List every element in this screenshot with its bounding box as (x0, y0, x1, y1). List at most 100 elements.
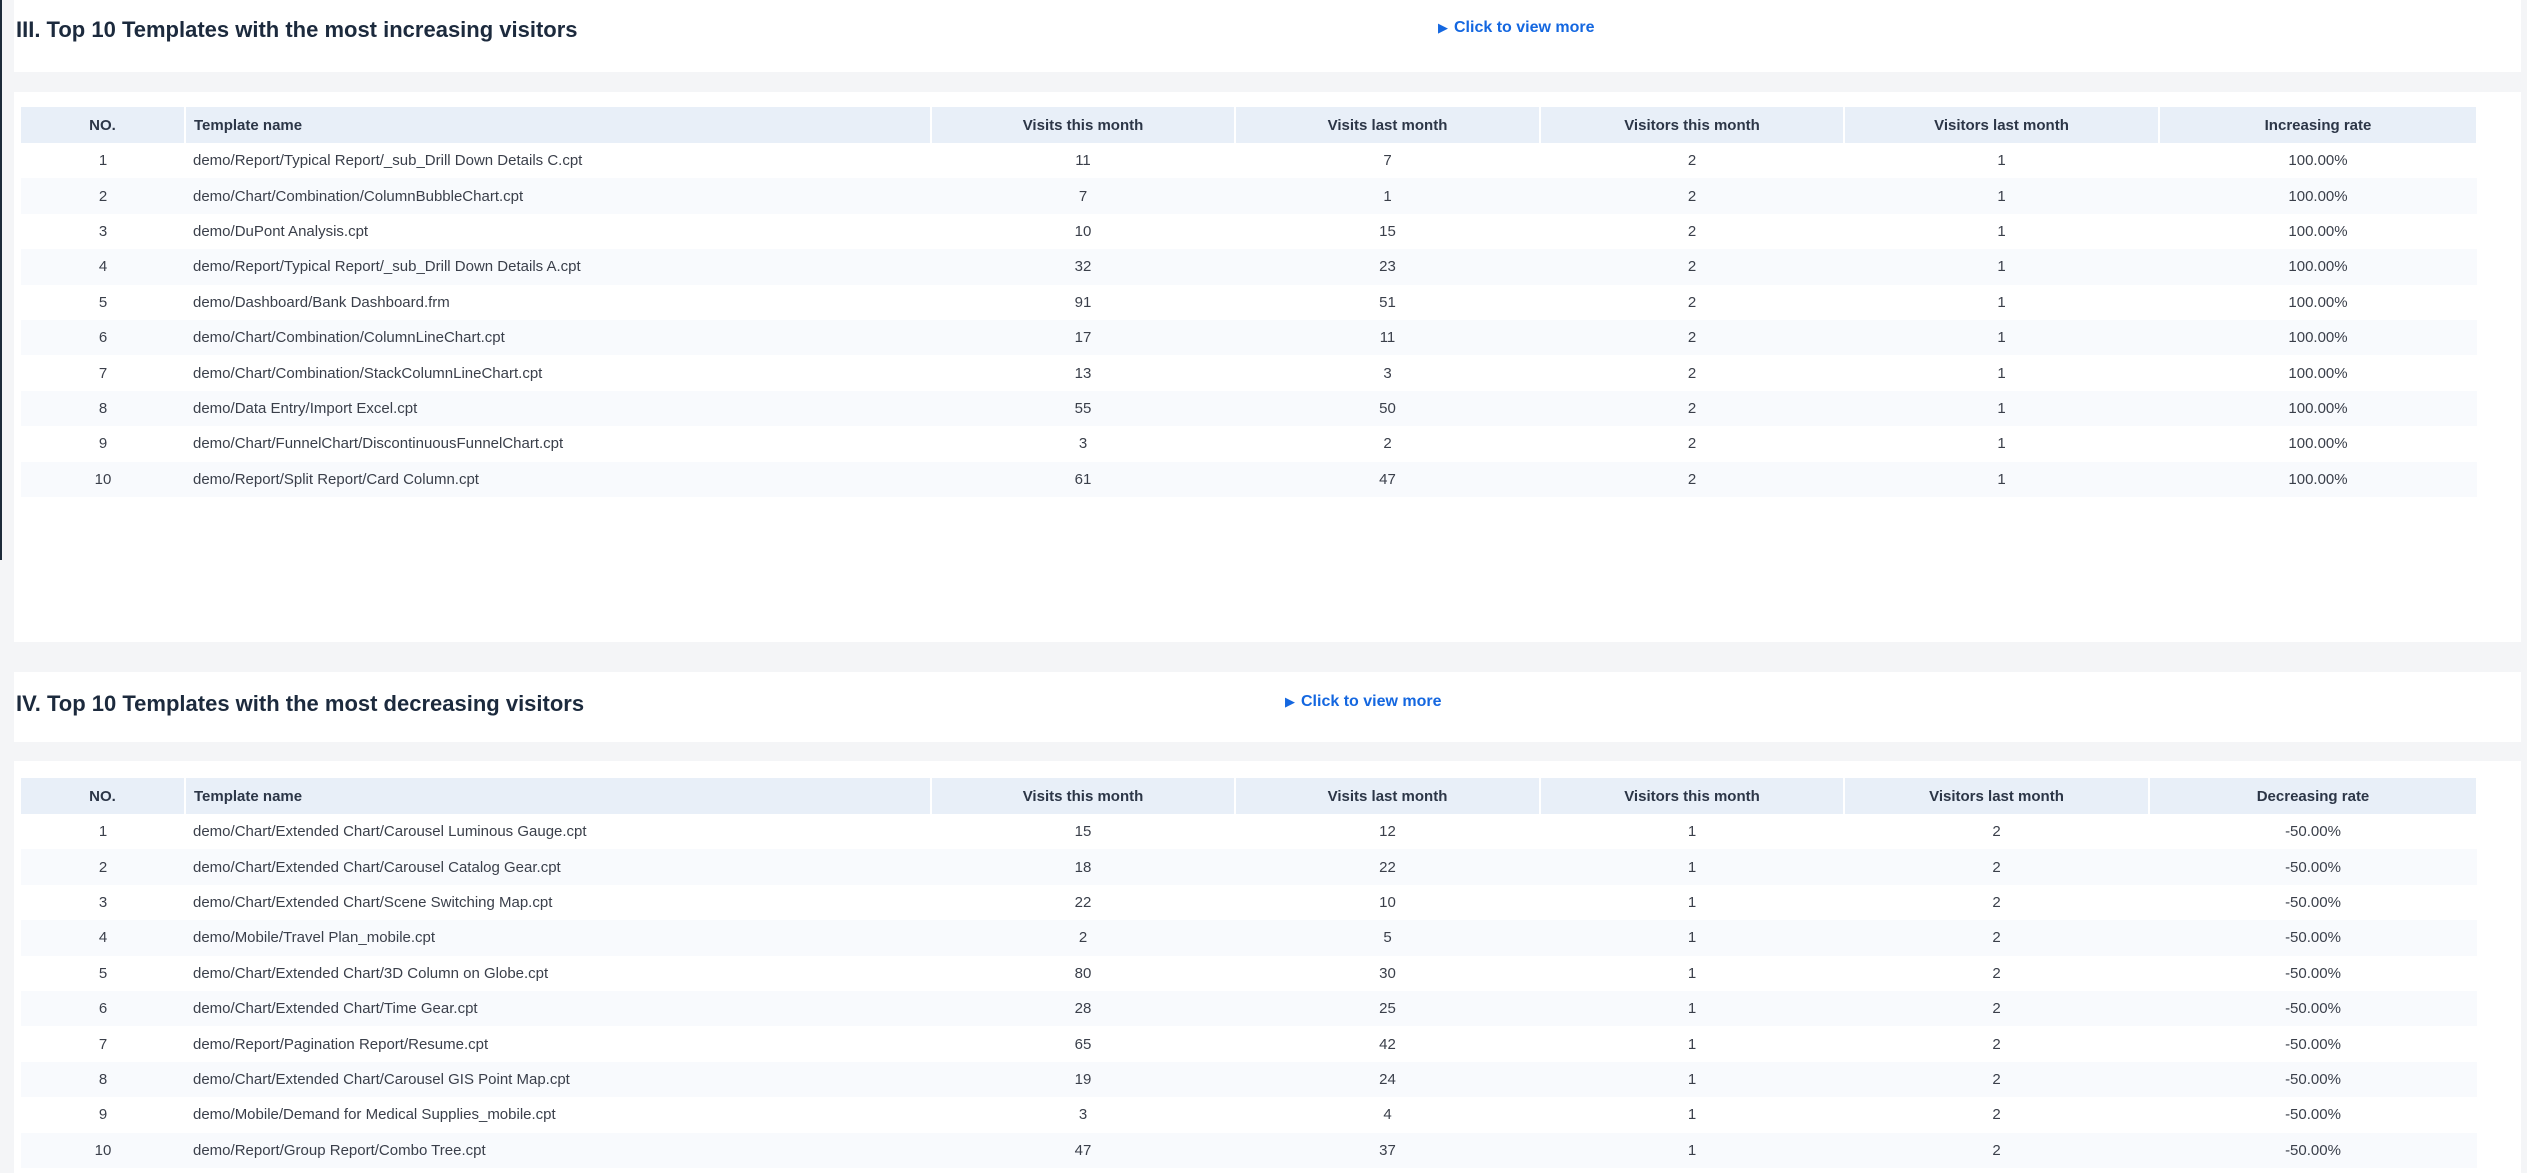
table-cell: 10 (931, 213, 1235, 250)
template-name-cell: demo/Chart/Combination/ColumnLineChart.c… (185, 319, 931, 356)
table-row: 1 demo/Chart/Extended Chart/Carousel Lumi… (21, 814, 2477, 850)
table-cell: 100.00% (2159, 284, 2477, 320)
table-cell: 15 (1235, 213, 1540, 250)
table-cell: 2 (1540, 143, 1844, 179)
table-cell: 5 (21, 284, 185, 320)
table-row: 8 demo/Chart/Extended Chart/Carousel GIS … (21, 1061, 2477, 1098)
table-cell: 17 (931, 319, 1235, 356)
template-name-cell: demo/Chart/Combination/ColumnBubbleChart… (185, 178, 931, 214)
table-cell: -50.00% (2149, 955, 2477, 991)
table-cell: 1 (1844, 461, 2159, 497)
template-name-cell: demo/Report/Group Report/Combo Tree.cpt (185, 1132, 931, 1168)
table-cell: 2 (1540, 178, 1844, 214)
table-cell: 2 (21, 849, 185, 885)
table-cell: 7 (21, 355, 185, 391)
table-cell: -50.00% (2149, 920, 2477, 956)
table-cell: 1 (1844, 213, 2159, 250)
table-cell: 2 (1844, 1097, 2149, 1133)
table-cell: -50.00% (2149, 1132, 2477, 1168)
table-cell: 7 (21, 1026, 185, 1062)
table-cell: 2 (1540, 355, 1844, 391)
table-cell: -50.00% (2149, 1026, 2477, 1062)
table-row: 1 demo/Report/Typical Report/_sub_Drill D… (21, 143, 2477, 179)
table-header-row: NO. Template name Visits this month Visits … (21, 778, 2478, 814)
template-name-cell: demo/Mobile/Demand for Medical Supplies_… (185, 1097, 931, 1133)
table-cell: 100.00% (2159, 461, 2477, 497)
table-cell: 2 (1540, 461, 1844, 497)
table-cell: 100.00% (2159, 355, 2477, 391)
table-cell: 1 (1540, 1026, 1844, 1062)
table-cell: 30 (1235, 955, 1540, 991)
column-header: Visitors this month (1540, 778, 1845, 814)
column-header: Decreasing rate (2149, 778, 2478, 814)
table-cell: 1 (1540, 990, 1844, 1027)
table-cell: 9 (21, 1097, 185, 1133)
table-cell: 51 (1235, 284, 1540, 320)
table-cell: 25 (1235, 990, 1540, 1027)
table-cell: 7 (1235, 143, 1540, 179)
table-cell: 3 (931, 1097, 1235, 1133)
table-cell: 2 (21, 178, 185, 214)
table-cell: 8 (21, 390, 185, 427)
column-header: Increasing rate (2159, 107, 2478, 143)
table-cell: 10 (21, 461, 185, 497)
table-cell: 1 (1844, 249, 2159, 285)
template-name-cell: demo/Mobile/Travel Plan_mobile.cpt (185, 920, 931, 956)
table-cell: 100.00% (2159, 319, 2477, 356)
template-name-cell: demo/Chart/Extended Chart/3D Column on G… (185, 955, 931, 991)
table-cell: -50.00% (2149, 990, 2477, 1027)
table-row: 2 demo/Chart/Extended Chart/Carousel Cata… (21, 849, 2477, 885)
table-cell: 2 (1844, 1061, 2149, 1098)
table-row: 3 demo/DuPont Analysis.cpt 10 15 2 1 100.00% (21, 213, 2477, 250)
table-cell: 2 (1540, 284, 1844, 320)
decreasing-view-more-link[interactable]: ▶ Click to view more (1285, 693, 1442, 711)
template-name-cell: demo/Report/Typical Report/_sub_Drill Do… (185, 143, 931, 179)
table-cell: 28 (931, 990, 1235, 1027)
table-row: 7 demo/Chart/Combination/StackColumnLineC… (21, 355, 2477, 391)
increasing-section-body: NO. Template name Visits this month Visits … (14, 92, 2521, 642)
table-cell: 2 (1540, 249, 1844, 285)
column-header: Visits this month (931, 778, 1236, 814)
increasing-view-more-link[interactable]: ▶ Click to view more (1438, 19, 1595, 37)
table-cell: 1 (1540, 1097, 1844, 1133)
table-cell: 1 (21, 814, 185, 850)
table-cell: 4 (21, 920, 185, 956)
table-cell: 1 (1844, 355, 2159, 391)
table-row: 5 demo/Dashboard/Bank Dashboard.frm 91 51 2 1… (21, 284, 2477, 320)
template-name-cell: demo/Chart/Extended Chart/Carousel Lumin… (185, 814, 931, 850)
table-cell: 3 (21, 884, 185, 921)
table-cell: 1 (1540, 920, 1844, 956)
table-row: 6 demo/Chart/Extended Chart/Time Gear.cpt… (21, 990, 2477, 1027)
table-cell: 1 (1235, 178, 1540, 214)
template-name-cell: demo/Report/Pagination Report/Resume.cpt (185, 1026, 931, 1062)
table-cell: 1 (1540, 1132, 1844, 1168)
column-header: NO. (21, 778, 186, 814)
table-cell: 65 (931, 1026, 1235, 1062)
column-header: Visits last month (1235, 107, 1541, 143)
decreasing-section-title: IV. Top 10 Templates with the most decre… (16, 691, 585, 716)
column-header: Visits this month (931, 107, 1236, 143)
table-header-row: NO. Template name Visits this month Visits … (21, 107, 2478, 143)
table-cell: 55 (931, 390, 1235, 427)
column-header: Visitors this month (1540, 107, 1845, 143)
table-cell: 11 (931, 143, 1235, 179)
table-row: 4 demo/Mobile/Travel Plan_mobile.cpt 2 5 1 2-… (21, 920, 2477, 956)
table-cell: 47 (1235, 461, 1540, 497)
table-cell: 42 (1235, 1026, 1540, 1062)
table-cell: 80 (931, 955, 1235, 991)
play-triangle-icon: ▶ (1438, 20, 1448, 35)
table-cell: 1 (1844, 284, 2159, 320)
table-cell: 2 (1540, 390, 1844, 427)
table-cell: 11 (1235, 319, 1540, 356)
table-cell: 100.00% (2159, 178, 2477, 214)
table-cell: -50.00% (2149, 1061, 2477, 1098)
table-cell: 1 (1844, 390, 2159, 427)
table-cell: 2 (1235, 426, 1540, 462)
table-cell: 15 (931, 814, 1235, 850)
table-cell: 5 (1235, 920, 1540, 956)
template-name-cell: demo/DuPont Analysis.cpt (185, 213, 931, 250)
template-name-cell: demo/Chart/Extended Chart/Carousel GIS P… (185, 1061, 931, 1098)
column-header: Visitors last month (1844, 778, 2150, 814)
template-name-cell: demo/Data Entry/Import Excel.cpt (185, 390, 931, 427)
table-cell: 2 (1844, 1026, 2149, 1062)
